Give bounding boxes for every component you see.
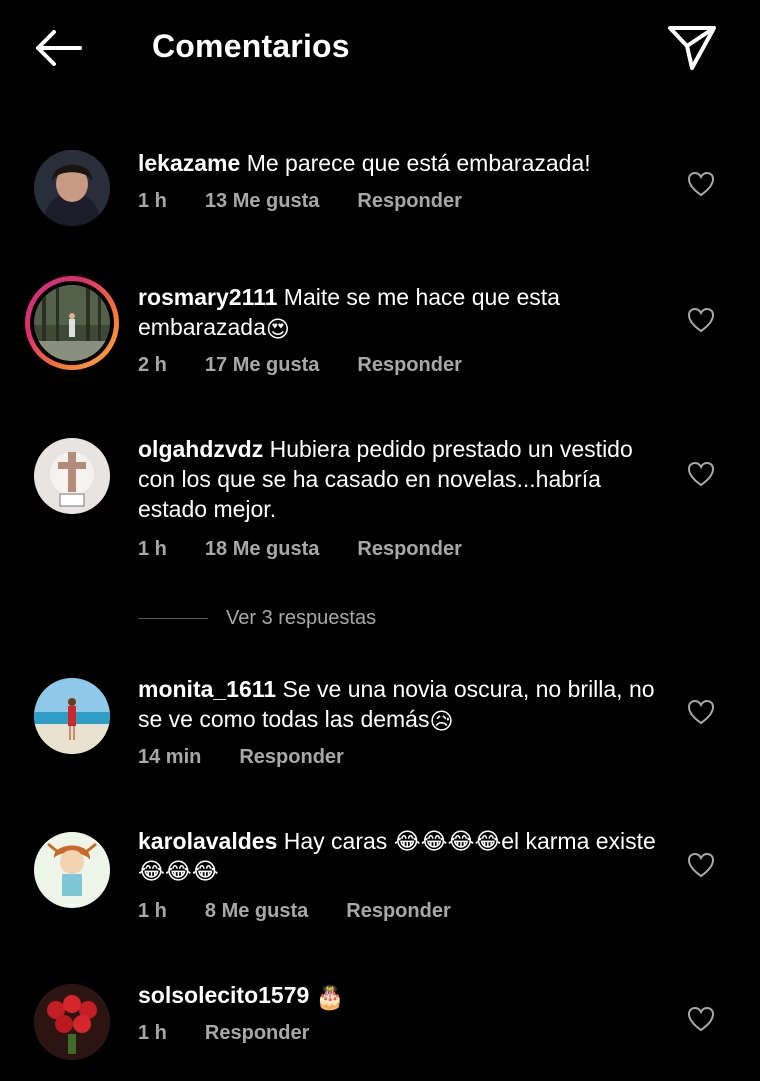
comment-likes[interactable]: 18 Me gusta (205, 538, 319, 561)
avatar[interactable] (34, 832, 110, 908)
heart-icon[interactable] (686, 169, 716, 199)
comment-username[interactable]: olgahdzvdz (138, 436, 263, 462)
heart-icon[interactable] (686, 697, 716, 727)
reply-button[interactable]: Responder (357, 354, 461, 377)
comment-likes[interactable]: 17 Me gusta (205, 354, 319, 377)
comment-likes[interactable]: 8 Me gusta (205, 900, 308, 923)
comment-meta: 1 h 18 Me gusta Responder (138, 538, 462, 561)
comment-username[interactable]: solsolecito1579 (138, 982, 309, 1008)
comment-username[interactable]: karolavaldes (138, 828, 277, 854)
avatar[interactable] (34, 438, 110, 514)
avatar[interactable] (25, 276, 119, 370)
comment-username[interactable]: monita_1611 (138, 676, 276, 702)
comment-username[interactable]: lekazame (138, 150, 240, 176)
reply-button[interactable]: Responder (346, 900, 450, 923)
comment-meta: 2 h 17 Me gusta Responder (138, 354, 462, 377)
divider (138, 617, 208, 619)
back-button[interactable] (30, 24, 86, 72)
heart-eyes-emoji: 😍 (265, 315, 290, 342)
view-replies-label: Ver 3 respuestas (226, 606, 377, 629)
sad-emoji: 😥 (429, 707, 454, 734)
comment-text: Me parece que está embarazada! (246, 150, 591, 176)
avatar[interactable] (34, 678, 110, 754)
reply-button[interactable]: Responder (239, 746, 343, 769)
heart-icon[interactable] (686, 1004, 716, 1034)
comment-time: 2 h (138, 354, 167, 376)
view-replies-button[interactable]: Ver 3 respuestas (138, 604, 376, 632)
comment-likes[interactable]: 13 Me gusta (205, 190, 319, 213)
heart-icon[interactable] (686, 459, 716, 489)
paper-plane-icon (668, 26, 716, 70)
comment-time: 1 h (138, 190, 167, 212)
cake-emoji: 🎂 (315, 983, 345, 1010)
reply-button[interactable]: Responder (357, 538, 461, 561)
comment-username[interactable]: rosmary2111 (138, 284, 277, 310)
heart-icon[interactable] (686, 305, 716, 335)
reply-button[interactable]: Responder (357, 190, 461, 213)
header: Comentarios (0, 0, 760, 100)
comment-meta: 1 h Responder (138, 1022, 309, 1045)
share-button[interactable] (664, 22, 720, 72)
page-title: Comentarios (152, 28, 350, 64)
arrow-left-icon (36, 30, 82, 66)
comment-time: 1 h (138, 900, 167, 922)
comment-time: 14 min (138, 746, 202, 768)
comment-meta: 14 min Responder (138, 746, 344, 769)
comment-meta: 1 h 8 Me gusta Responder (138, 900, 451, 923)
story-ring (30, 281, 114, 365)
comment-meta: 1 h 13 Me gusta Responder (138, 190, 462, 213)
avatar[interactable] (34, 150, 110, 226)
reply-button[interactable]: Responder (205, 1022, 309, 1045)
comment-time: 1 h (138, 538, 167, 560)
comment-time: 1 h (138, 1022, 167, 1044)
heart-icon[interactable] (686, 850, 716, 880)
avatar[interactable] (34, 984, 110, 1060)
